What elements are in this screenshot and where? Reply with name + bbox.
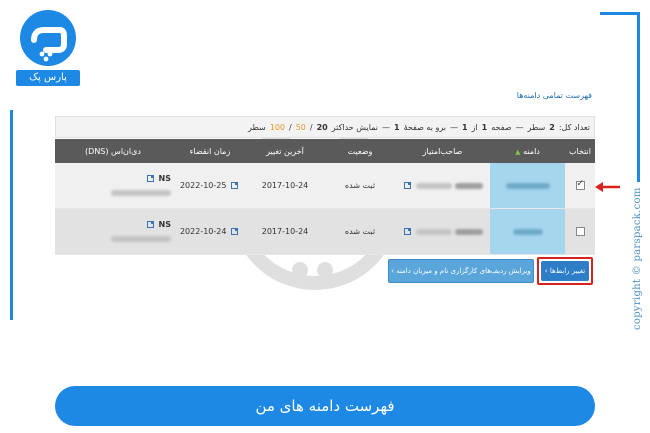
table-row: ثبت شده 2017-10-24 2022-10-24 NS — [55, 209, 595, 255]
col-select: انتخاب — [569, 146, 591, 156]
brand-logo: پارس پک — [16, 10, 80, 88]
table-row: ثبت شده 2017-10-24 2022-10-25 NS — [55, 163, 595, 209]
page-size-label: نمایش حداکثر — [331, 122, 379, 132]
external-link-icon[interactable] — [231, 228, 239, 235]
page-total: 1 — [462, 122, 468, 132]
goto-page-input[interactable]: 1 — [394, 123, 400, 132]
ns-label: NS — [158, 173, 171, 183]
sort-up-icon: ▲ — [515, 147, 521, 156]
page-size-100[interactable]: 100 — [270, 123, 285, 132]
change-links-button[interactable]: تغییر رابط‌ها › — [541, 261, 589, 281]
frame-top-right — [600, 12, 640, 15]
footer-banner: فهرست دامنه های من — [55, 386, 595, 426]
page-label: صفحه — [491, 122, 512, 132]
total-unit: سطر — [527, 122, 546, 132]
separator: — — [382, 122, 391, 132]
copyright-text: copyright © parspack.com — [632, 187, 643, 330]
col-expiry: زمان انقضاء — [189, 146, 231, 156]
domain-name-redacted[interactable] — [512, 228, 543, 235]
frame-right — [637, 12, 640, 182]
col-dns: دی‌ان‌اس (DNS) — [85, 146, 141, 156]
total-label: تعداد کل: — [558, 122, 590, 132]
status-cell: ثبت شده — [344, 227, 376, 236]
status-cell: ثبت شده — [344, 181, 376, 190]
expiry-cell: 2022-10-24 — [175, 227, 245, 236]
separator: — — [515, 122, 524, 132]
table-header: انتخاب دامنه ▲ صاحب‌امتیاز وضعیت آخرین ت… — [55, 139, 595, 163]
rows-unit: سطر — [248, 122, 266, 132]
frame-left — [10, 110, 13, 320]
page-size-20[interactable]: 20 — [317, 123, 328, 132]
last-change-cell: 2017-10-24 — [261, 227, 309, 236]
expiry-cell: 2022-10-25 — [175, 181, 245, 190]
total-value: 2 — [549, 122, 555, 132]
page-current: 1 — [481, 122, 488, 132]
domain-cell — [490, 209, 565, 254]
col-owner: صاحب‌امتیاز — [422, 146, 463, 156]
change-links-highlight: تغییر رابط‌ها › — [537, 257, 593, 285]
goto-label: برو به صفحهٔ — [403, 122, 446, 132]
col-domain[interactable]: دامنه ▲ — [490, 147, 565, 156]
domains-table: انتخاب دامنه ▲ صاحب‌امتیاز وضعیت آخرین ت… — [55, 139, 595, 255]
external-link-icon[interactable] — [231, 182, 239, 189]
owner-cell — [395, 227, 490, 236]
external-link-icon[interactable] — [404, 228, 412, 235]
last-change-cell: 2017-10-24 — [261, 181, 309, 190]
row-checkbox[interactable] — [575, 179, 585, 190]
external-link-icon[interactable] — [146, 174, 154, 182]
dns-cell: NS — [55, 220, 175, 244]
domain-cell — [490, 163, 565, 208]
domain-name-redacted[interactable] — [505, 182, 550, 189]
pager-bar: تعداد کل: 2 سطر — صفحه 1 از 1 — برو به ص… — [55, 116, 595, 138]
col-status: وضعیت — [347, 146, 373, 156]
page-of: از — [471, 122, 478, 132]
arrow-left-icon — [595, 182, 620, 192]
external-link-icon[interactable] — [404, 182, 412, 189]
logo-text: پارس پک — [16, 70, 80, 86]
page-title: فهرست تمامی دامنه‌ها — [516, 91, 592, 100]
edit-contacts-button[interactable]: ویرایش ردیف‌های کارگزاری نام و میزبان دا… — [388, 259, 534, 283]
col-last-change: آخرین تغییر — [266, 146, 304, 156]
ns-label: NS — [158, 219, 171, 229]
dns-cell: NS — [55, 174, 175, 198]
owner-cell — [395, 181, 490, 190]
logo-mark-icon — [20, 10, 76, 66]
row-checkbox[interactable] — [575, 227, 585, 236]
page-size-50[interactable]: 50 — [296, 123, 306, 132]
separator: — — [450, 122, 458, 132]
external-link-icon[interactable] — [146, 220, 154, 228]
